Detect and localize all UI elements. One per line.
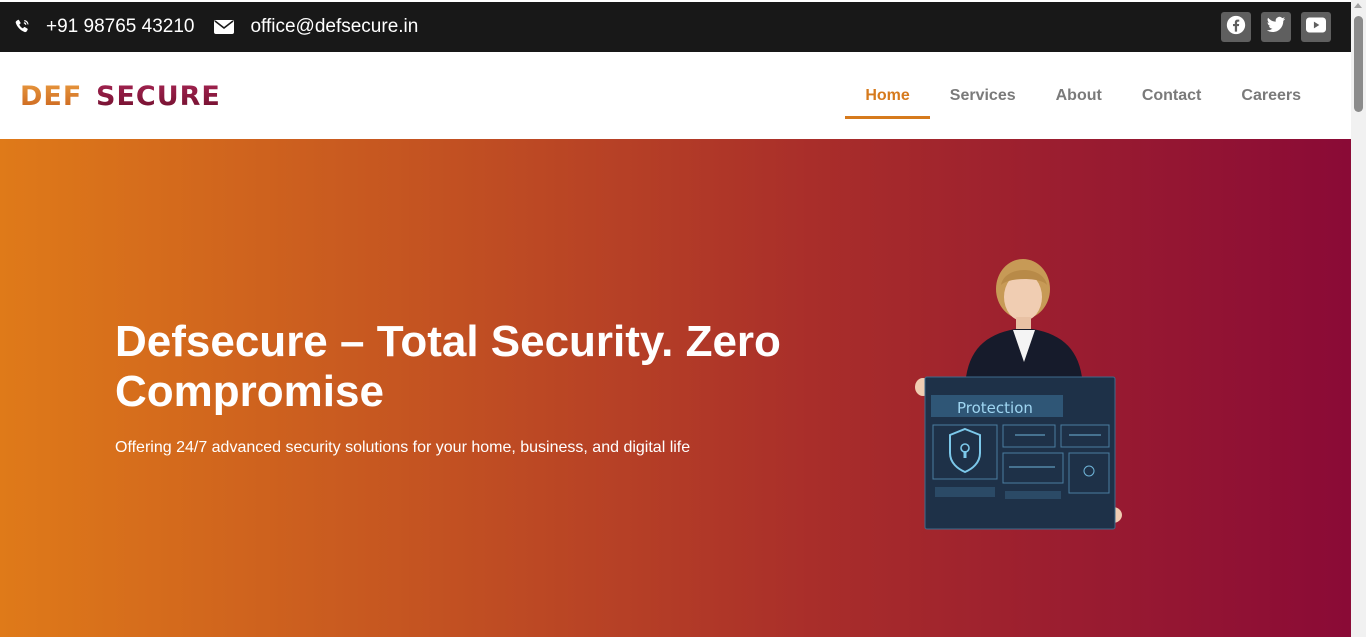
- hero-title: Defsecure – Total Security. Zero Comprom…: [115, 317, 781, 416]
- facebook-icon: [1226, 15, 1246, 40]
- nav-about[interactable]: About: [1036, 52, 1122, 139]
- logo-part-def: DEF: [20, 82, 82, 110]
- scroll-up-arrow-icon[interactable]: [1354, 3, 1362, 8]
- logo-part-secure: SECURE: [96, 82, 221, 110]
- nav-services[interactable]: Services: [930, 52, 1036, 139]
- hero-section: Defsecure – Total Security. Zero Comprom…: [0, 139, 1351, 637]
- top-contact-bar: +91 98765 43210 office@defsecure.in: [0, 2, 1351, 52]
- nav-contact[interactable]: Contact: [1122, 52, 1222, 139]
- nav-home[interactable]: Home: [845, 52, 931, 139]
- phone-icon: [12, 17, 32, 37]
- logo[interactable]: DEF SECURE: [20, 81, 248, 111]
- contact-info: +91 98765 43210 office@defsecure.in: [12, 16, 438, 38]
- main-nav: Home Services About Contact Careers: [845, 52, 1321, 139]
- twitter-button[interactable]: [1261, 12, 1291, 42]
- social-links: [1221, 12, 1331, 42]
- envelope-icon: [214, 17, 235, 37]
- phone-contact[interactable]: +91 98765 43210: [12, 16, 194, 38]
- hero-subtitle: Offering 24/7 advanced security solution…: [115, 439, 691, 456]
- nav-careers[interactable]: Careers: [1221, 52, 1321, 139]
- youtube-icon: [1306, 17, 1326, 38]
- email-contact[interactable]: office@defsecure.in: [214, 16, 418, 38]
- scrollbar-thumb[interactable]: [1354, 16, 1363, 112]
- protection-label: Protection: [957, 399, 1033, 417]
- hero-illustration: Protection: [915, 259, 1122, 530]
- twitter-icon: [1266, 16, 1286, 39]
- page-scrollbar[interactable]: [1351, 0, 1366, 637]
- facebook-button[interactable]: [1221, 12, 1251, 42]
- phone-number[interactable]: +91 98765 43210: [46, 16, 194, 38]
- logo-wordmark: DEF SECURE: [20, 82, 221, 110]
- youtube-button[interactable]: [1301, 12, 1331, 42]
- site-header: DEF SECURE Home Services About Contact C…: [0, 52, 1351, 139]
- email-address[interactable]: office@defsecure.in: [250, 16, 418, 38]
